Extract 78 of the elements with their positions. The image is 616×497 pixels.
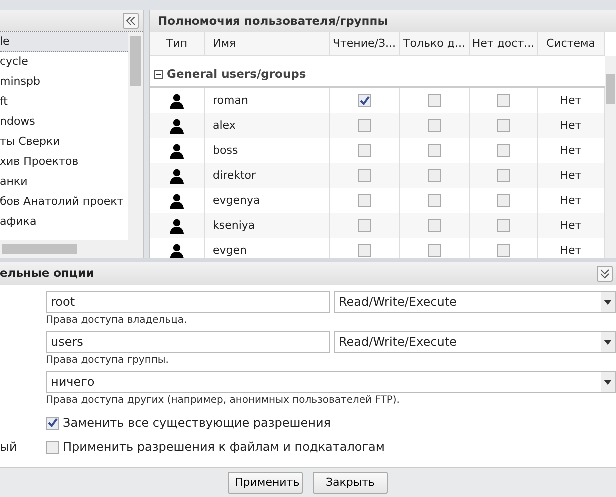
hint-text: Права доступа группы. — [46, 355, 170, 366]
checkbox[interactable] — [46, 416, 59, 430]
checkbox[interactable] — [428, 94, 441, 107]
system-value: Нет — [560, 194, 582, 207]
checkbox[interactable] — [497, 219, 510, 232]
user-name: boss — [213, 144, 238, 157]
user-icon — [169, 168, 185, 184]
group-field[interactable]: users — [46, 331, 330, 353]
dialog-button[interactable]: Закрыть — [313, 472, 388, 494]
user-icon — [169, 142, 185, 158]
checkbox[interactable] — [428, 244, 441, 257]
collapse-icon[interactable] — [154, 70, 163, 78]
caret-icon — [604, 340, 612, 344]
checkbox[interactable] — [497, 119, 510, 132]
column-header[interactable]: Система — [538, 32, 605, 56]
group-label: General users/groups — [167, 67, 306, 81]
user-name: alex — [213, 119, 236, 132]
checkbox[interactable] — [497, 244, 510, 257]
checkbox[interactable] — [358, 144, 371, 157]
owner-field[interactable]: root — [46, 291, 330, 313]
others-permission-select[interactable]: ничего — [46, 371, 616, 393]
user-icon — [169, 242, 185, 258]
system-value: Нет — [560, 94, 582, 107]
user-name: evgen — [213, 244, 247, 257]
double-chevron-down-icon — [601, 268, 609, 278]
checkbox[interactable] — [358, 194, 371, 207]
collapse-button[interactable] — [597, 266, 613, 282]
column-header[interactable]: Чтение/З... — [330, 32, 400, 56]
owner-permission-select[interactable]: Read/Write/Execute — [334, 291, 616, 313]
checkbox[interactable] — [358, 119, 371, 132]
panel-title: Полномочия пользователя/группы — [150, 10, 616, 32]
checkbox[interactable] — [497, 144, 510, 157]
system-value: Нет — [560, 219, 582, 232]
checkbox[interactable] — [428, 169, 441, 182]
user-icon — [169, 192, 185, 208]
user-name: evgenya — [213, 194, 260, 207]
column-header[interactable]: Тип — [150, 32, 205, 56]
system-value: Нет — [560, 144, 582, 157]
checkbox[interactable] — [428, 144, 441, 157]
checkbox-label: Применить разрешения к файлам и подкаталогам — [63, 440, 385, 454]
horizontal-scrollbar[interactable] — [0, 240, 143, 258]
checkbox[interactable] — [358, 219, 371, 232]
user-icon — [169, 118, 185, 134]
user-name: kseniya — [213, 219, 256, 232]
scrollbar[interactable] — [605, 56, 616, 258]
scrollbar[interactable] — [128, 32, 143, 240]
user-icon — [169, 92, 185, 108]
checkbox[interactable] — [46, 440, 59, 454]
system-value: Нет — [560, 169, 582, 182]
hint-text: Права доступа других (например, анонимных пользователей FTP). — [46, 395, 401, 406]
collapse-button[interactable] — [123, 12, 139, 28]
hint-text: Права доступа владельца. — [46, 315, 188, 326]
user-icon — [169, 218, 185, 234]
checkbox[interactable] — [358, 169, 371, 182]
user-name: roman — [213, 94, 248, 107]
system-value: Нет — [560, 244, 582, 257]
dialog-button[interactable]: Применить — [228, 472, 303, 494]
field-label: ый — [0, 440, 18, 454]
checkbox[interactable] — [497, 194, 510, 207]
checkbox[interactable] — [497, 169, 510, 182]
checkbox-label: Заменить все существующие разрешения — [63, 416, 331, 430]
column-header[interactable]: Только д... — [400, 32, 470, 56]
checkbox[interactable] — [428, 194, 441, 207]
tree-item[interactable]: le — [0, 32, 128, 52]
checkbox[interactable] — [358, 94, 371, 107]
user-name: direktor — [213, 169, 256, 182]
group-permission-select[interactable]: Read/Write/Execute — [334, 331, 616, 353]
column-header[interactable]: Имя — [205, 32, 330, 56]
double-chevron-left-icon — [126, 16, 136, 24]
column-header[interactable]: Нет дост... — [470, 32, 538, 56]
checkbox[interactable] — [428, 119, 441, 132]
checkbox[interactable] — [358, 244, 371, 257]
section-title: ельные опции — [0, 265, 94, 282]
caret-icon — [604, 380, 612, 384]
system-value: Нет — [560, 119, 582, 132]
caret-icon — [604, 300, 612, 304]
checkbox[interactable] — [428, 219, 441, 232]
checkbox[interactable] — [497, 94, 510, 107]
